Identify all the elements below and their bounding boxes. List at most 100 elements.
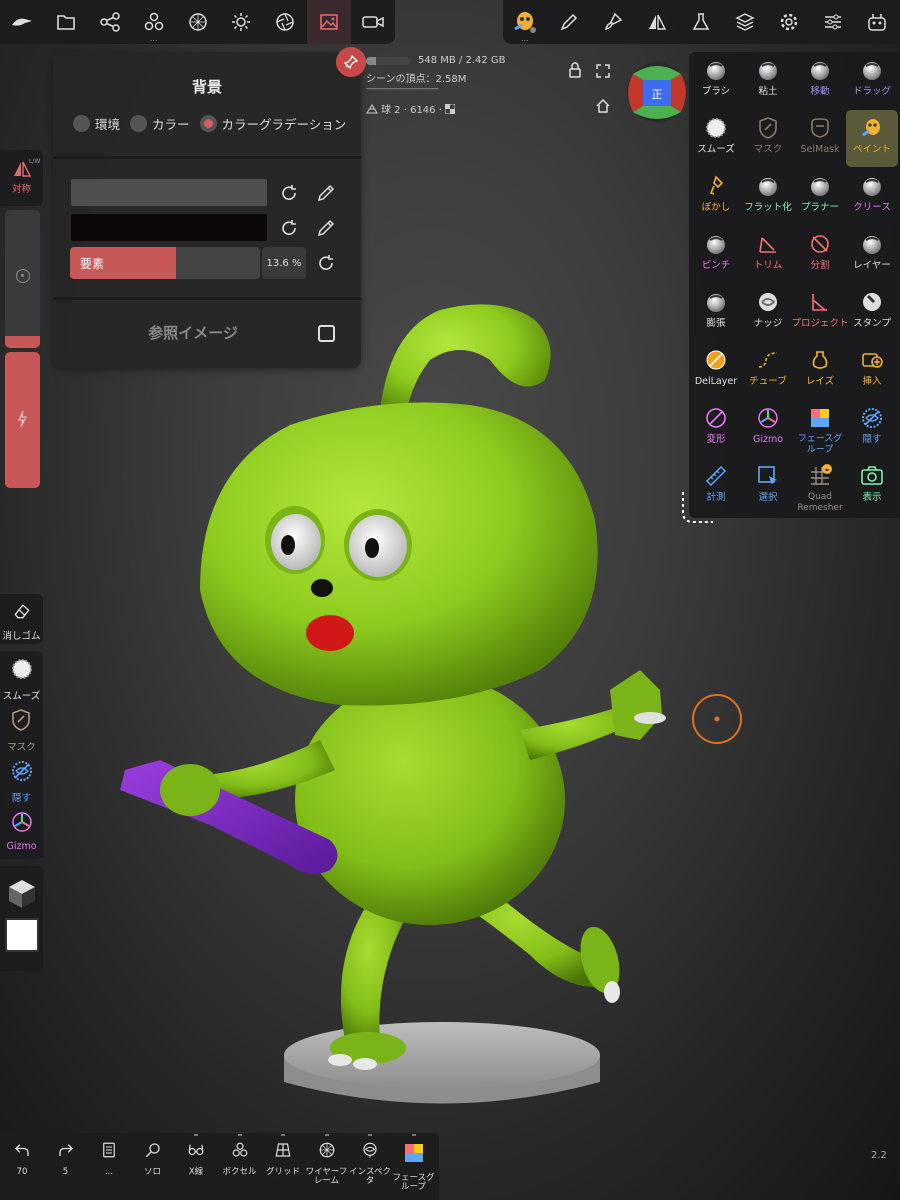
material-icon[interactable] xyxy=(176,0,220,44)
scene-icon[interactable]: ... xyxy=(132,0,176,44)
paint-tool-icon[interactable]: ... xyxy=(503,0,547,44)
radius-slider[interactable] xyxy=(5,210,40,348)
bottom-tool-inspector[interactable]: インスペクタ xyxy=(348,1134,392,1186)
gradient-color-bottom[interactable] xyxy=(71,214,267,241)
lock-icon[interactable] xyxy=(568,62,582,82)
home-icon[interactable] xyxy=(596,98,610,117)
radio-environment[interactable]: 環境 xyxy=(73,114,120,133)
object-info[interactable]: 球 2 · 6146 · xyxy=(366,101,455,116)
eyedropper-icon[interactable] xyxy=(315,217,337,239)
bottom-tool-grid[interactable]: グリッド xyxy=(261,1134,305,1177)
tool-facegroup[interactable]: フェースグループ xyxy=(794,400,846,457)
camera-icon[interactable] xyxy=(351,0,395,44)
quick-tool-smooth[interactable]: スムーズ xyxy=(3,657,40,706)
tool-dellayer[interactable]: DelLayer xyxy=(690,342,742,399)
bottom-tool-redo[interactable]: 5 xyxy=(44,1141,88,1177)
book-icon xyxy=(100,1141,118,1163)
tool-label: マスク xyxy=(753,144,783,155)
tool-sphere[interactable]: ピンチ xyxy=(690,226,742,283)
aperture-icon[interactable] xyxy=(263,0,307,44)
bottom-tool-wireframe[interactable]: ワイヤーフレーム xyxy=(305,1134,349,1186)
layers-icon[interactable] xyxy=(723,0,767,44)
tool-gizmo[interactable]: Gizmo xyxy=(742,400,794,457)
quick-tool-mask[interactable]: マスク xyxy=(7,708,36,757)
symmetry-button[interactable]: 対称 L/W xyxy=(0,150,43,206)
bottom-tool-voxel[interactable]: ボクセル xyxy=(218,1134,262,1177)
tool-label: プラナー xyxy=(800,202,839,213)
tool-selmask[interactable]: SelMask xyxy=(794,110,846,167)
matcap-cube-icon[interactable] xyxy=(6,878,38,910)
tool-sphere[interactable]: ブラシ xyxy=(690,52,742,109)
reset-icon[interactable] xyxy=(278,217,300,239)
tool-remesher[interactable]: Quad Remesher xyxy=(794,458,846,515)
sliders-icon[interactable] xyxy=(811,0,855,44)
tool-camera[interactable]: 表示 xyxy=(846,458,898,515)
tool-label: ぼかし xyxy=(701,202,731,213)
tool-sphere[interactable]: 移動 xyxy=(794,52,846,109)
fullscreen-icon[interactable] xyxy=(596,63,610,82)
share-icon[interactable] xyxy=(88,0,132,44)
tool-blur[interactable]: ぼかし xyxy=(690,168,742,225)
tool-sphere[interactable]: レイヤー xyxy=(846,226,898,283)
gear-icon[interactable] xyxy=(767,0,811,44)
tool-trim[interactable]: トリム xyxy=(742,226,794,283)
tool-ruler[interactable]: 計測 xyxy=(690,458,742,515)
tool-sphere[interactable]: 膨張 xyxy=(690,284,742,341)
tool-smooth[interactable]: スムーズ xyxy=(690,110,742,167)
radio-color-gradient[interactable]: カラーグラデーション xyxy=(199,114,346,133)
tool-paint[interactable]: ペイント xyxy=(846,110,898,167)
bottom-tool-glasses[interactable]: X線 xyxy=(174,1134,218,1177)
brush-icon[interactable] xyxy=(591,0,635,44)
tool-sphere[interactable]: プラナー xyxy=(794,168,846,225)
radio-color[interactable]: カラー xyxy=(130,114,190,133)
search-icon xyxy=(144,1141,162,1163)
tool-stamp[interactable]: スタンプ xyxy=(846,284,898,341)
tool-label: DelLayer xyxy=(694,376,738,387)
quick-tool-gizmo[interactable]: Gizmo xyxy=(6,810,37,859)
gradient-color-top[interactable] xyxy=(71,179,267,206)
slider-value[interactable]: 13.6 % xyxy=(262,247,306,279)
tool-label: チューブ xyxy=(749,376,787,387)
tool-sphere[interactable]: フラット化 xyxy=(742,168,794,225)
tool-tube[interactable]: チューブ xyxy=(742,342,794,399)
tool-nudge[interactable]: ナッジ xyxy=(742,284,794,341)
tool-split[interactable]: 分割 xyxy=(794,226,846,283)
folder-icon[interactable] xyxy=(44,0,88,44)
divider xyxy=(53,156,361,159)
bottom-tool-facegroup[interactable]: フェースグループ xyxy=(392,1134,436,1192)
tool-transform[interactable]: 変形 xyxy=(690,400,742,457)
tool-sphere[interactable]: クリース xyxy=(846,168,898,225)
tool-insert[interactable]: 挿入 xyxy=(846,342,898,399)
pen-icon[interactable] xyxy=(547,0,591,44)
view-cube[interactable]: 正 xyxy=(625,60,689,124)
tool-select[interactable]: 選択 xyxy=(742,458,794,515)
image-icon[interactable] xyxy=(307,0,352,44)
tool-sphere[interactable]: ドラッグ xyxy=(846,52,898,109)
bottom-tool-undo[interactable]: 70 xyxy=(0,1141,44,1177)
paint-icon xyxy=(860,116,884,140)
eyedropper-icon[interactable] xyxy=(315,182,337,204)
quick-tool-hide[interactable]: 隠す xyxy=(10,759,34,808)
grid-icon xyxy=(274,1141,292,1163)
tool-raise[interactable]: レイズ xyxy=(794,342,846,399)
tool-hide[interactable]: 隠す xyxy=(846,400,898,457)
mascot-icon[interactable] xyxy=(855,0,899,44)
intensity-slider[interactable] xyxy=(5,352,40,488)
reset-icon[interactable] xyxy=(278,182,300,204)
bottom-tool-search[interactable]: ソロ xyxy=(131,1141,175,1177)
symmetry-icon[interactable] xyxy=(635,0,679,44)
reference-image-checkbox[interactable] xyxy=(318,325,335,342)
flask-icon[interactable] xyxy=(679,0,723,44)
color-swatch[interactable] xyxy=(4,918,39,952)
reset-icon[interactable] xyxy=(315,252,337,274)
tool-mask[interactable]: マスク xyxy=(742,110,794,167)
factor-slider[interactable]: 要素 xyxy=(70,247,260,279)
eraser-button[interactable]: 消しゴム xyxy=(0,594,43,644)
tool-sphere[interactable]: 粘土 xyxy=(742,52,794,109)
more-marker: ... xyxy=(149,34,158,43)
logo-icon[interactable] xyxy=(0,0,44,44)
bottom-tool-book[interactable]: ... xyxy=(87,1141,131,1177)
light-icon[interactable] xyxy=(219,0,263,44)
tool-project[interactable]: プロジェクト xyxy=(792,284,849,341)
pin-button[interactable] xyxy=(336,47,366,77)
